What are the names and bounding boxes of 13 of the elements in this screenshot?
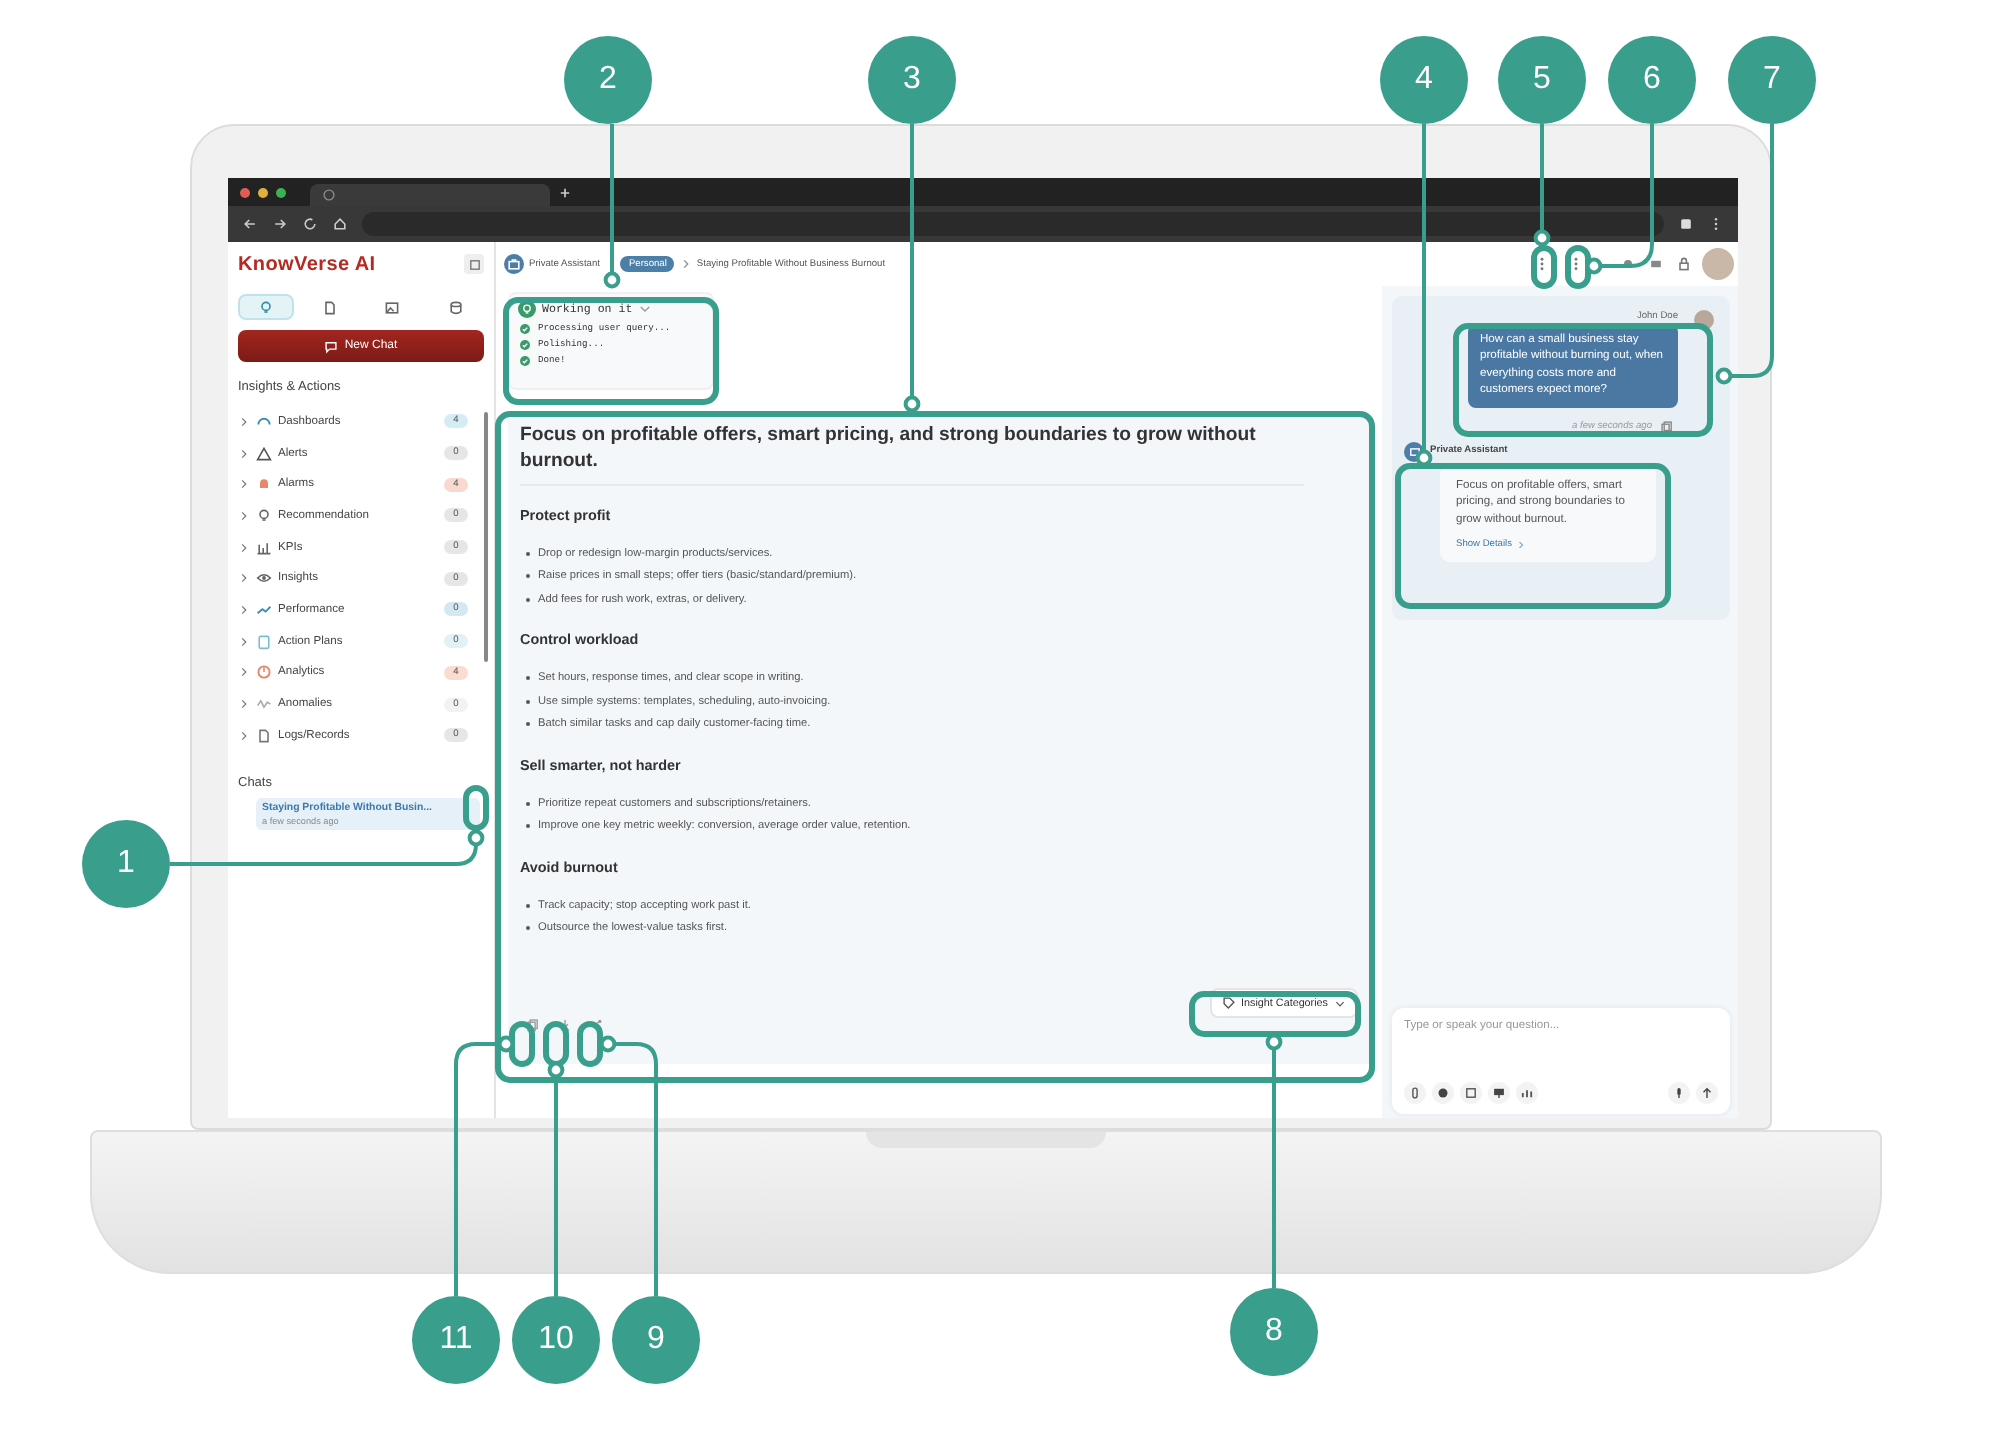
callout-number: 7 bbox=[1728, 36, 1816, 124]
callout-number: 9 bbox=[612, 1296, 700, 1384]
callout-number: 5 bbox=[1498, 36, 1586, 124]
callout-number: 6 bbox=[1608, 36, 1696, 124]
callout-number: 10 bbox=[512, 1296, 600, 1384]
callout-number: 8 bbox=[1230, 1288, 1318, 1376]
callout-number: 3 bbox=[868, 36, 956, 124]
callout-number: 2 bbox=[564, 36, 652, 124]
app-name: KnowVerse AI bbox=[238, 253, 376, 275]
callout-number: 1 bbox=[82, 820, 170, 908]
callout-number: 4 bbox=[1380, 36, 1468, 124]
answer-heading: Focus on profitable offers, smart pricing, and strong boundaries to grow without burnout. bbox=[520, 424, 1304, 486]
callout-number: 11 bbox=[412, 1296, 500, 1384]
